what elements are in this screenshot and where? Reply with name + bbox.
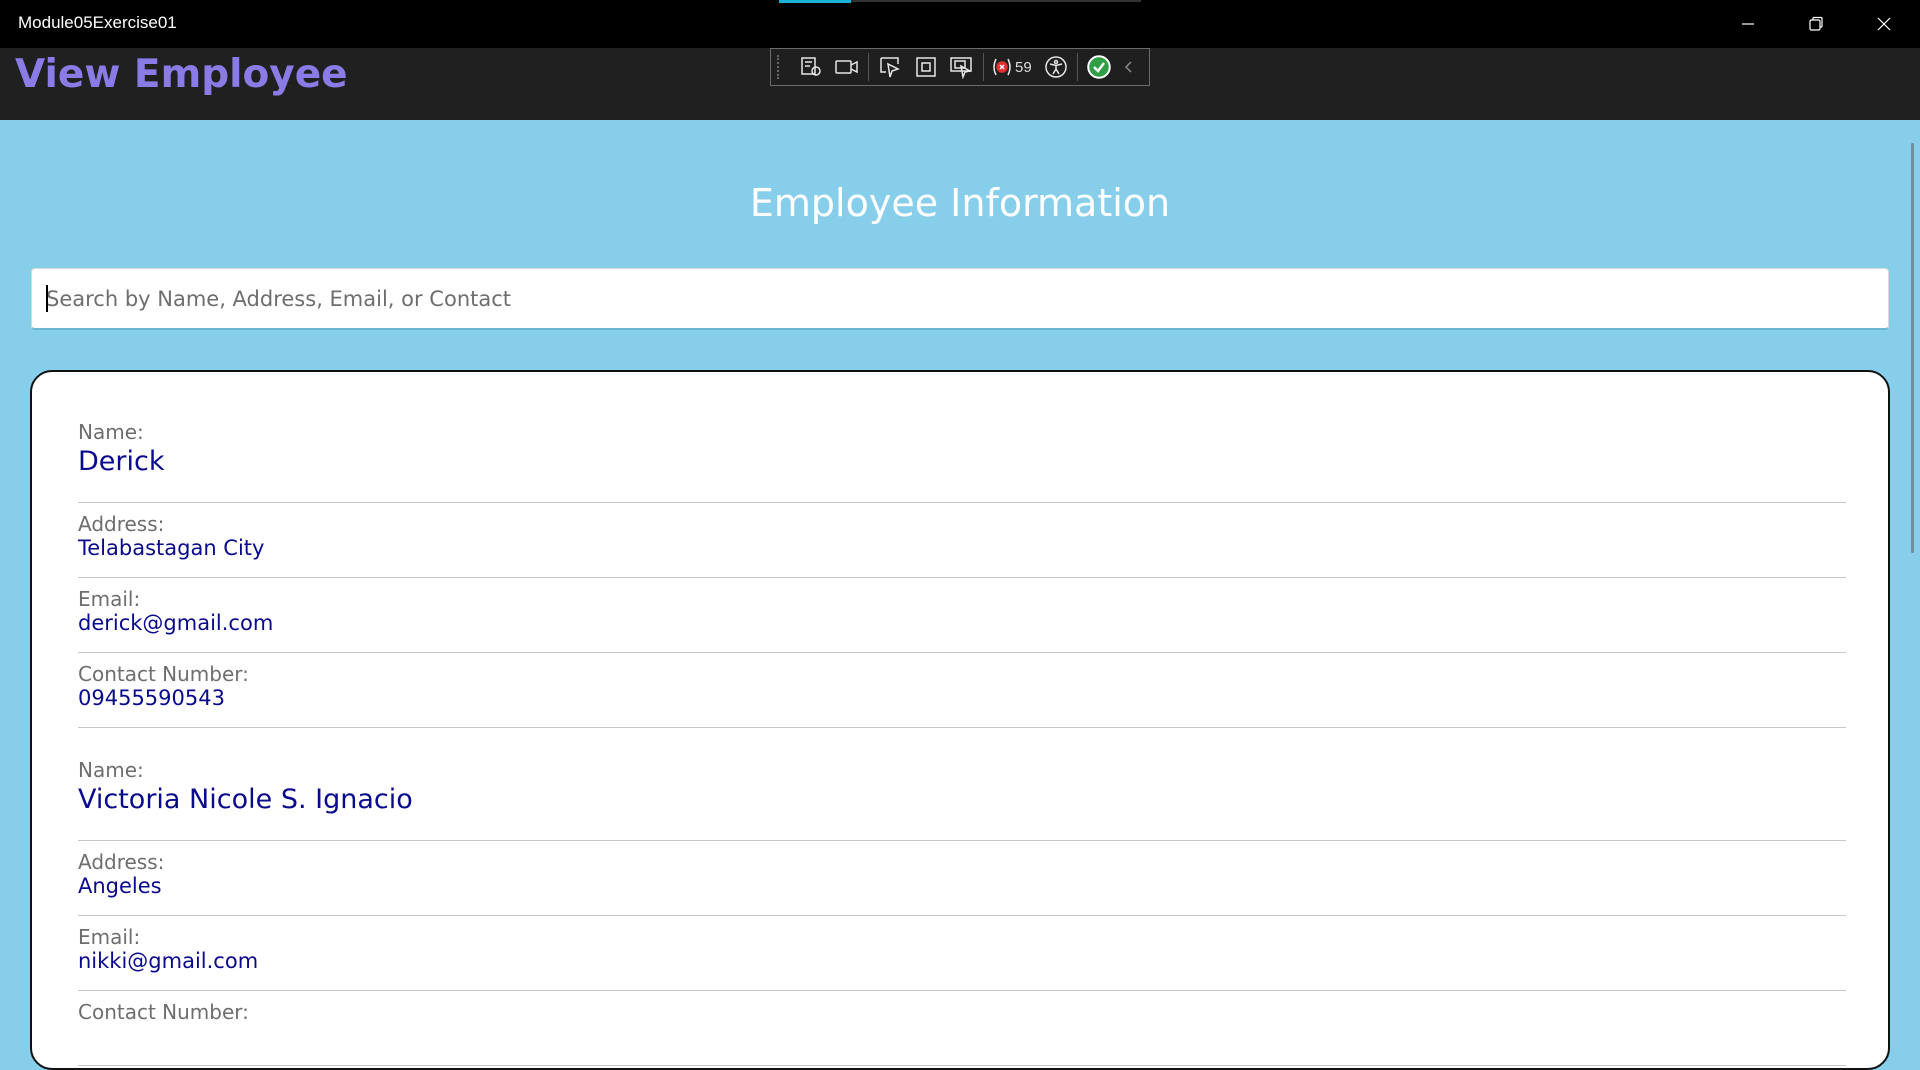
contact-field: Contact Number: 09455590543 bbox=[78, 653, 1846, 728]
collapse-chevron-icon bbox=[1124, 61, 1132, 73]
section-title: Employee Information bbox=[749, 181, 1171, 225]
title-bar-divider bbox=[851, 0, 1141, 2]
contact-field: Contact Number: bbox=[78, 991, 1846, 1066]
minimize-button[interactable] bbox=[1714, 0, 1782, 48]
minimize-icon bbox=[1742, 23, 1754, 25]
record-button[interactable] bbox=[829, 52, 865, 82]
name-label: Name: bbox=[78, 420, 144, 444]
address-field: Address: Angeles bbox=[78, 841, 1846, 916]
address-label: Address: bbox=[78, 850, 165, 874]
live-visual-tree-icon bbox=[801, 57, 821, 76]
display-layout-adorners-icon bbox=[916, 57, 936, 77]
contact-label: Contact Number: bbox=[78, 662, 249, 686]
email-label: Email: bbox=[78, 925, 141, 949]
record-icon bbox=[835, 60, 858, 74]
display-layout-adorners-button[interactable] bbox=[908, 52, 944, 82]
employee-name: Victoria Nicole S. Ignacio bbox=[78, 784, 413, 815]
status-check-button[interactable] bbox=[1081, 52, 1117, 82]
employee-address: Angeles bbox=[78, 874, 162, 898]
name-field: Name: Victoria Nicole S. Ignacio bbox=[78, 758, 1846, 841]
email-label: Email: bbox=[78, 587, 141, 611]
employee-email: derick@gmail.com bbox=[78, 611, 274, 635]
select-element-button[interactable] bbox=[872, 52, 908, 82]
address-label: Address: bbox=[78, 512, 165, 536]
track-focus-icon bbox=[950, 57, 973, 79]
drag-grip-icon[interactable] bbox=[777, 55, 785, 79]
window-title-bar: Module05Exercise01 bbox=[0, 0, 1920, 48]
employee-address: Telabastagan City bbox=[78, 536, 265, 560]
name-label: Name: bbox=[78, 758, 144, 782]
checkmark-icon bbox=[1086, 55, 1111, 79]
page-title: View Employee bbox=[15, 52, 348, 97]
employee-email: nikki@gmail.com bbox=[78, 949, 259, 973]
name-field: Name: Derick bbox=[78, 420, 1846, 503]
toolbar-separator bbox=[1076, 53, 1078, 81]
email-field: Email: nikki@gmail.com bbox=[78, 916, 1846, 991]
restore-icon bbox=[1809, 16, 1823, 31]
contact-label: Contact Number: bbox=[78, 1000, 249, 1024]
employee-list-card: Name: Derick Address: Telabastagan City … bbox=[30, 370, 1890, 1070]
employee-contact: 09455590543 bbox=[78, 686, 225, 710]
collapse-toolbar-button[interactable] bbox=[1117, 52, 1139, 82]
close-button[interactable] bbox=[1850, 0, 1918, 48]
employee-entry: Name: Victoria Nicole S. Ignacio Address… bbox=[78, 758, 1846, 1066]
email-field: Email: derick@gmail.com bbox=[78, 578, 1846, 653]
close-icon bbox=[1877, 17, 1891, 31]
address-field: Address: Telabastagan City bbox=[78, 503, 1846, 578]
employee-name: Derick bbox=[78, 446, 165, 477]
toolbar-separator bbox=[868, 53, 869, 81]
select-element-icon bbox=[880, 57, 900, 78]
accessibility-checker-button[interactable] bbox=[1038, 52, 1074, 82]
window-title: Module05Exercise01 bbox=[18, 13, 177, 32]
text-caret bbox=[46, 285, 48, 312]
accessibility-icon bbox=[1044, 56, 1067, 78]
toolbar-separator bbox=[983, 53, 984, 81]
binding-failures-count: 59 bbox=[1015, 58, 1032, 76]
restore-button[interactable] bbox=[1782, 0, 1850, 48]
xaml-debug-toolbar: 59 bbox=[770, 48, 1150, 86]
live-visual-tree-button[interactable] bbox=[793, 52, 829, 82]
title-bar-accent bbox=[779, 0, 851, 3]
search-input[interactable] bbox=[31, 268, 1889, 330]
employee-entry: Name: Derick Address: Telabastagan City … bbox=[78, 420, 1846, 728]
hot-reload-icon bbox=[993, 58, 1011, 76]
binding-failures-button[interactable] bbox=[987, 52, 1017, 82]
track-focus-button[interactable] bbox=[944, 52, 980, 82]
